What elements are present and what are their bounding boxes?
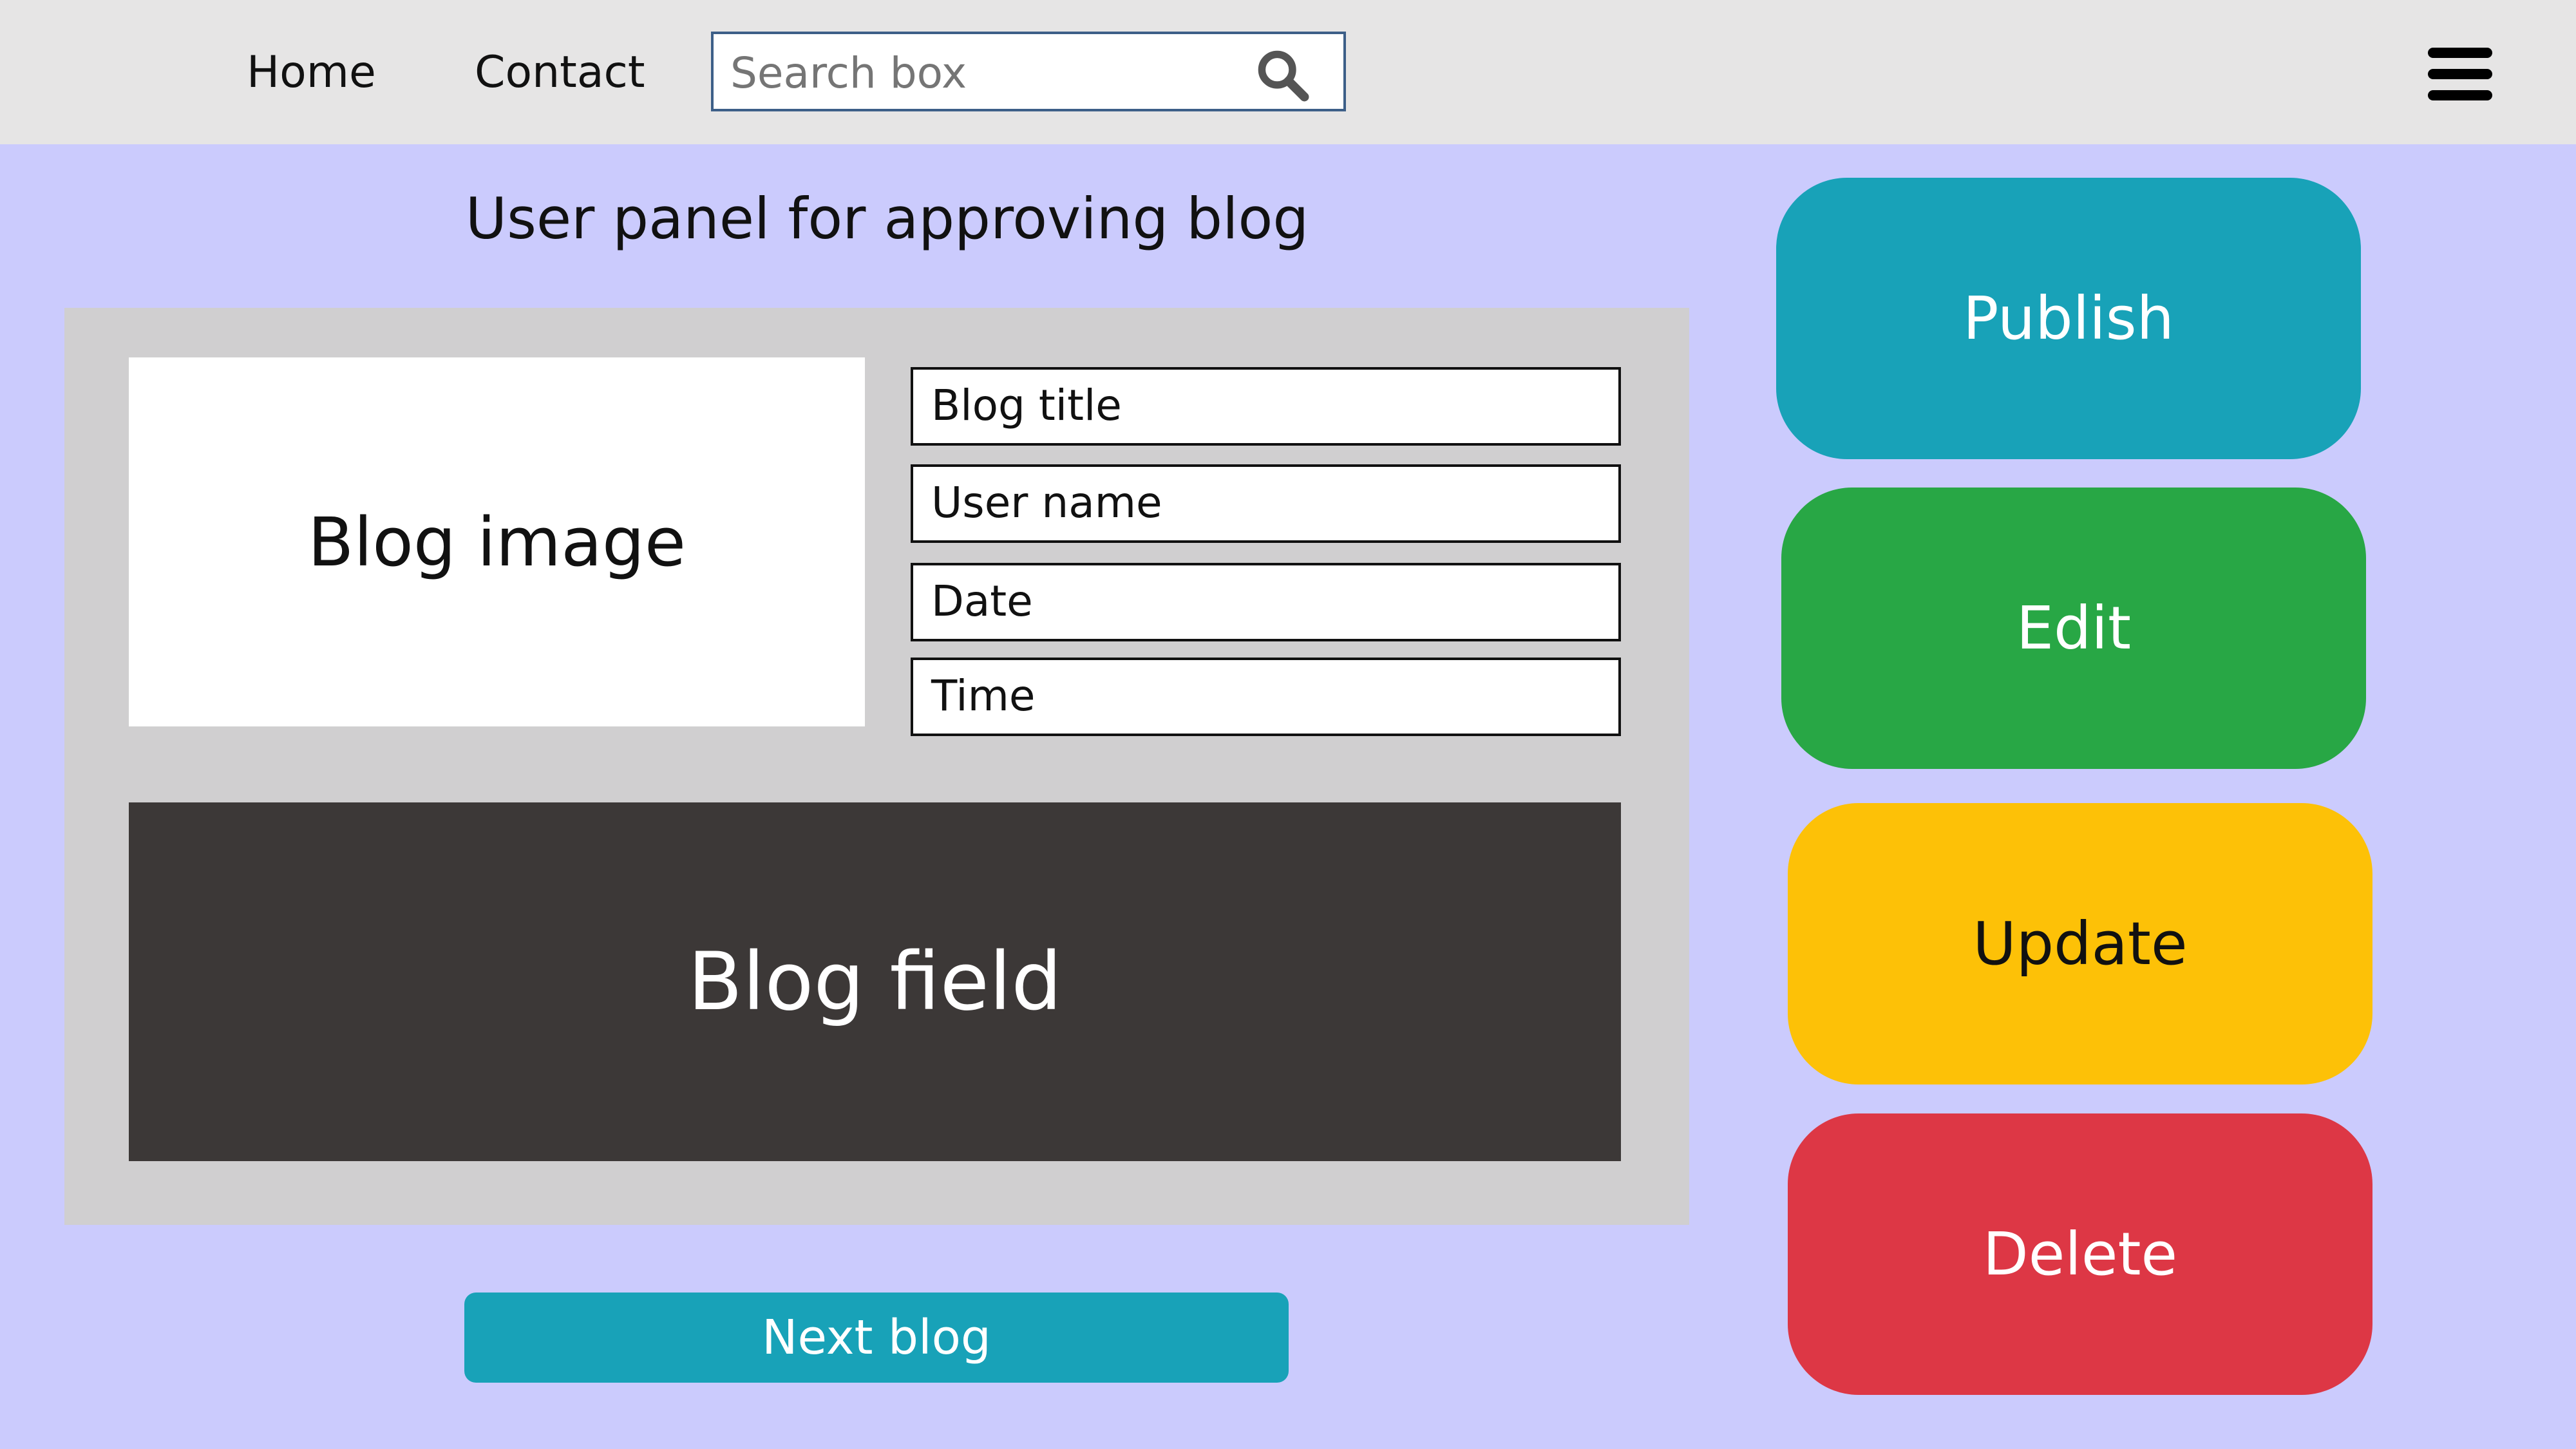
time-field[interactable]: Time (911, 658, 1621, 736)
update-button[interactable]: Update (1788, 803, 2372, 1084)
hamburger-menu-icon[interactable] (2428, 48, 2492, 100)
date-field[interactable]: Date (911, 563, 1621, 641)
delete-button[interactable]: Delete (1788, 1113, 2372, 1395)
page-title: User panel for approving blog (465, 185, 1309, 252)
publish-button[interactable]: Publish (1776, 178, 2361, 459)
blog-approval-panel: Blog image Blog title User name Date Tim… (64, 308, 1689, 1225)
nav-home-link[interactable]: Home (247, 44, 376, 102)
next-blog-button[interactable]: Next blog (464, 1293, 1289, 1383)
blog-image: Blog image (129, 357, 865, 726)
nav-contact-link[interactable]: Contact (475, 44, 645, 102)
search-input[interactable] (730, 47, 1220, 99)
search-box (711, 32, 1346, 111)
blog-content-field[interactable]: Blog field (129, 802, 1621, 1161)
menu-icon-bar (2428, 48, 2492, 58)
search-icon[interactable] (1255, 47, 1311, 104)
user-name-field[interactable]: User name (911, 464, 1621, 543)
menu-icon-bar (2428, 90, 2492, 100)
menu-icon-bar (2428, 69, 2492, 79)
blog-field-label: Blog field (687, 935, 1063, 1028)
edit-button[interactable]: Edit (1781, 488, 2366, 769)
top-navigation-bar: Home Contact (0, 0, 2576, 144)
blog-image-label: Blog image (308, 502, 686, 582)
blog-title-field[interactable]: Blog title (911, 367, 1621, 446)
